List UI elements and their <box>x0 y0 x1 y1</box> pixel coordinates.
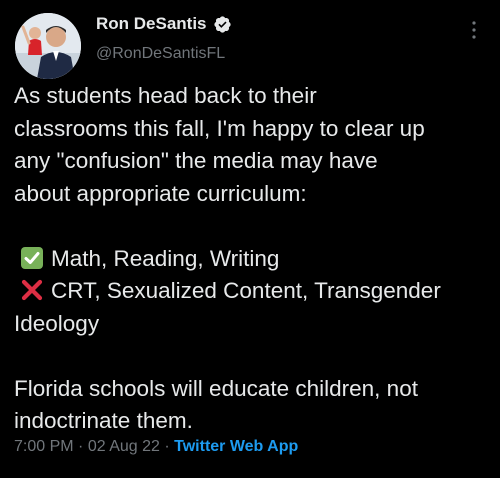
avatar[interactable] <box>15 13 81 79</box>
rejected-subjects-text-continued: Ideology <box>14 310 100 336</box>
tweet-date[interactable]: 02 Aug 22 <box>88 438 160 455</box>
meta-separator: · <box>164 438 170 455</box>
profile-photo <box>15 13 81 79</box>
more-options-icon[interactable] <box>462 18 486 42</box>
tweet-text-line: any "confusion" the media may have <box>14 148 378 173</box>
allowed-subjects-line: Math, Reading, Writing <box>14 243 490 276</box>
tweet-text-line: indoctrinate them. <box>14 408 193 433</box>
tweet-text: As students head back to their classroom… <box>14 80 490 438</box>
tweet-text-line: As students head back to their <box>14 83 317 108</box>
meta-separator: · <box>78 438 84 455</box>
tweet-text-line: about appropriate curriculum: <box>14 180 307 206</box>
rejected-subjects-line: CRT, Sexualized Content, Transgender <box>14 275 490 308</box>
tweet-time[interactable]: 7:00 PM <box>14 438 74 455</box>
cross-mark-icon <box>21 279 43 301</box>
rejected-subjects-text: CRT, Sexualized Content, Transgender <box>51 278 441 303</box>
tweet-source-link[interactable]: Twitter Web App <box>174 438 298 455</box>
tweet: Ron DeSantis @RonDeSantisFL As students … <box>0 0 500 478</box>
author-handle[interactable]: @RonDeSantisFL <box>96 45 225 63</box>
verified-badge-icon <box>213 15 231 33</box>
allowed-subjects-text: Math, Reading, Writing <box>51 245 280 271</box>
author-display-name[interactable]: Ron DeSantis <box>96 14 207 34</box>
check-mark-button-icon <box>21 246 43 269</box>
author-name-row[interactable]: Ron DeSantis <box>96 14 232 34</box>
tweet-metadata: 7:00 PM · 02 Aug 22 · Twitter Web App <box>14 438 298 456</box>
tweet-text-line: classrooms this fall, I'm happy to clear… <box>14 115 425 141</box>
tweet-text-line: Florida schools will educate children, n… <box>14 375 418 401</box>
